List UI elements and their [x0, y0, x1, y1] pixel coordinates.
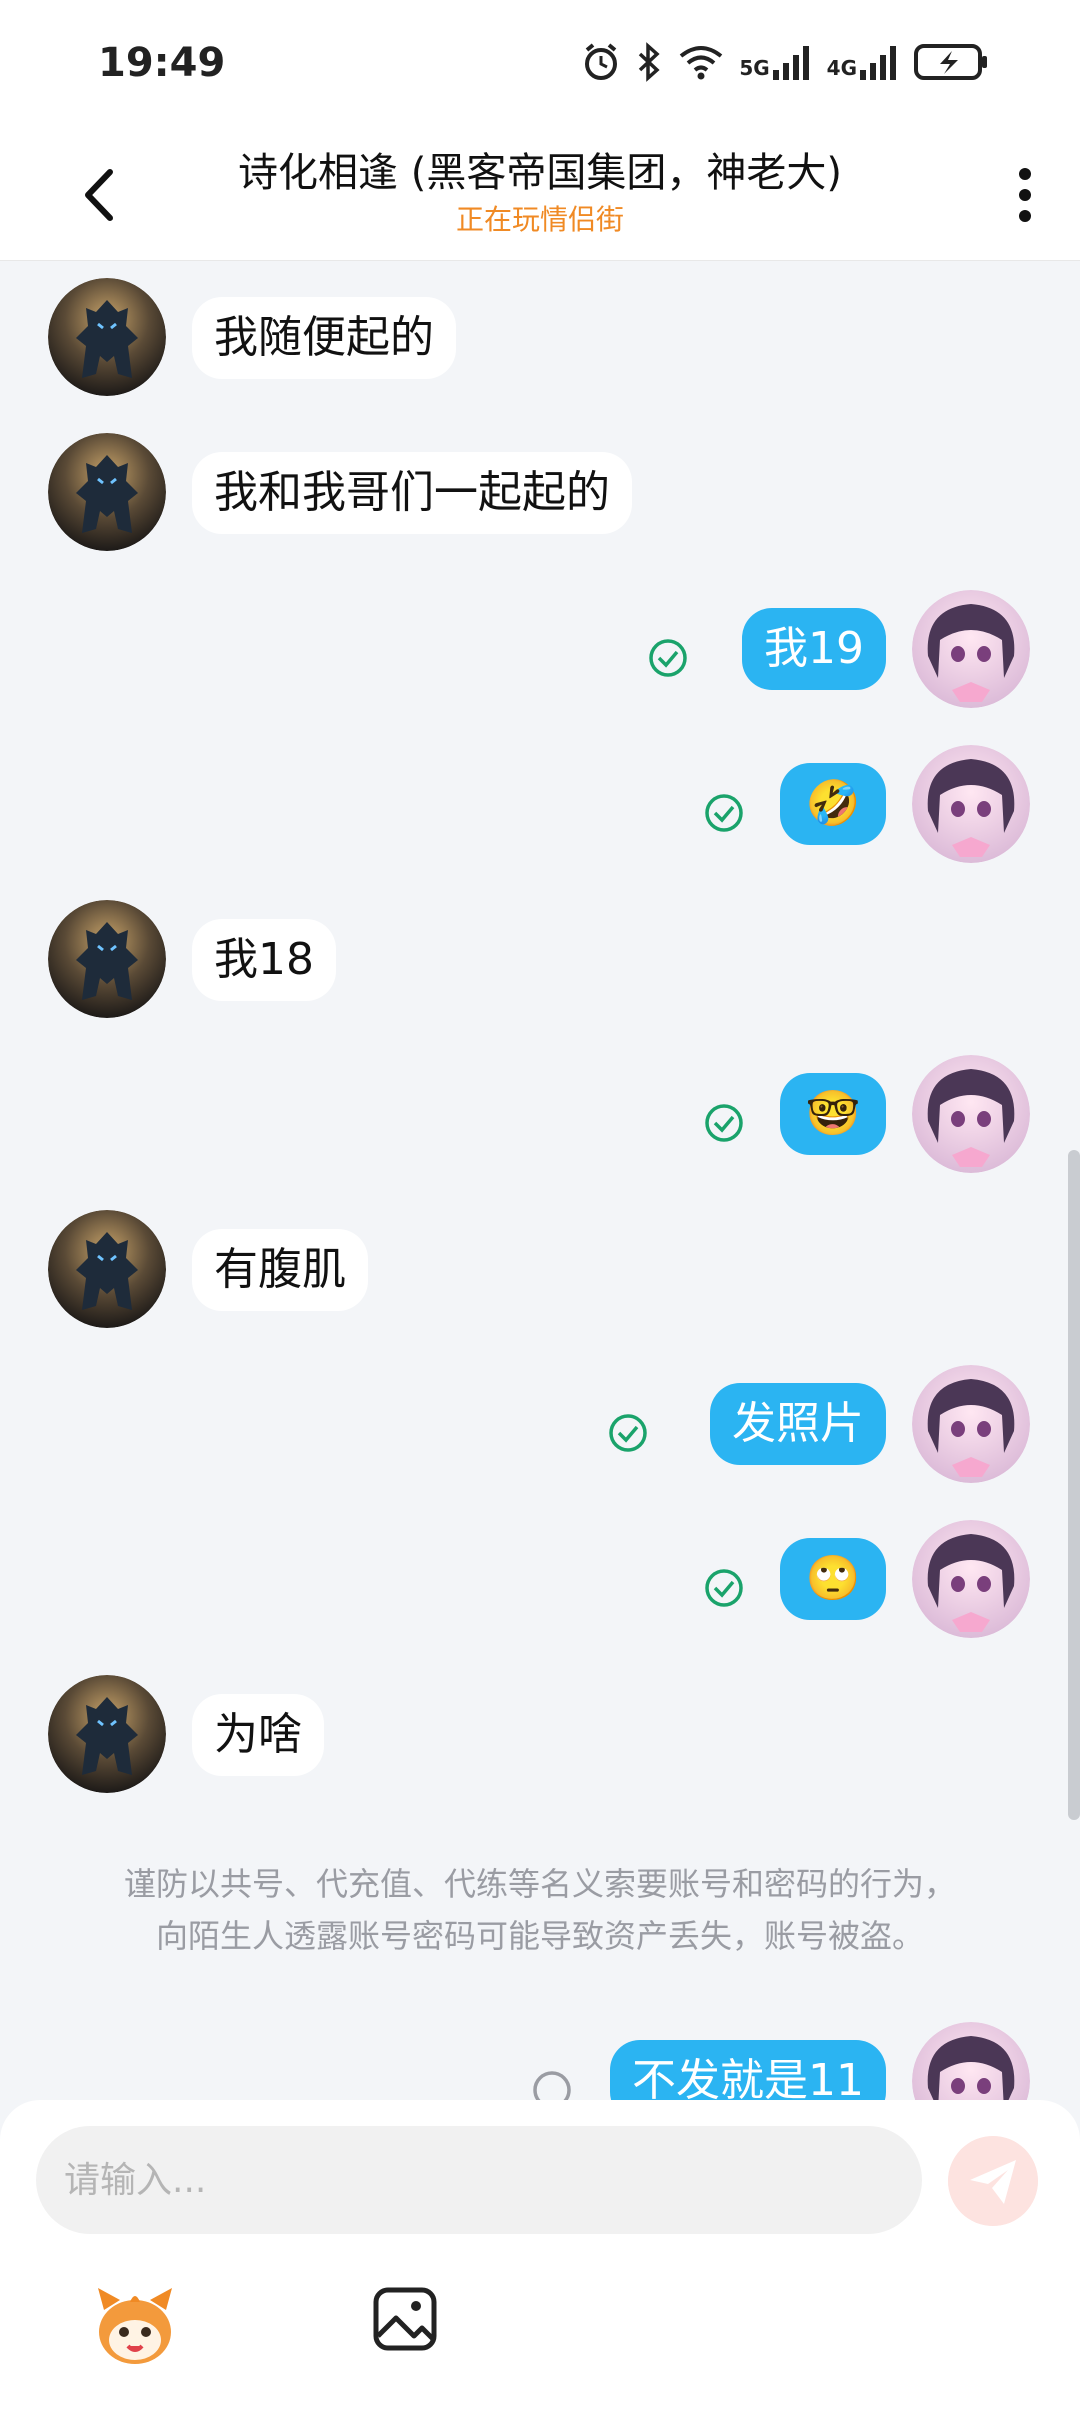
message-row-outgoing: 我19: [0, 590, 1080, 715]
read-check-icon: [705, 1569, 743, 1607]
signal-4g-icon: 4G: [827, 44, 900, 80]
emoji-mascot-icon: [98, 2288, 172, 2364]
chat-message-list[interactable]: 我随便起的 我和我哥们一起起的 我19 🤣 我18 🤓 有腹肌 发照片 🙄 为啥…: [0, 260, 1080, 2100]
my-avatar[interactable]: [912, 590, 1030, 708]
message-bubble[interactable]: 发照片: [710, 1383, 886, 1465]
status-time: 19:49: [98, 40, 226, 86]
safety-notice-line1: 谨防以共号、代充值、代练等名义索要账号和密码的行为，: [123, 1865, 956, 1903]
alarm-icon: [585, 43, 618, 80]
wifi-icon: [680, 46, 723, 80]
message-row-outgoing: 发照片: [0, 1365, 1080, 1490]
status-icons: 5G 4G: [581, 42, 990, 82]
safety-notice-line2: 向陌生人透露账号密码可能导致资产丢失，账号被盗。: [155, 1917, 924, 1955]
signal-4g-label: 4G: [826, 56, 857, 80]
message-bubble-emoji[interactable]: 🤣: [780, 763, 886, 845]
send-button[interactable]: [948, 2136, 1038, 2226]
signal-5g-icon: 5G: [739, 44, 812, 80]
message-bubble[interactable]: 为啥: [192, 1694, 324, 1776]
rofl-emoji-icon: 🤣: [805, 778, 861, 829]
eye-roll-emoji-icon: 🙄: [805, 1553, 861, 1604]
sending-status-icon: [533, 2071, 571, 2100]
message-bubble[interactable]: 不发就是11: [610, 2040, 886, 2100]
emoji-mascot-button[interactable]: [90, 2280, 180, 2370]
message-row-incoming: 我18: [0, 900, 1080, 1025]
contact-avatar[interactable]: [48, 900, 166, 1018]
bluetooth-icon: [639, 42, 660, 82]
contact-avatar[interactable]: [48, 1210, 166, 1328]
contact-avatar[interactable]: [48, 433, 166, 551]
message-bubble[interactable]: 我和我哥们一起起的: [192, 452, 632, 534]
battery-charging-icon: [914, 44, 987, 80]
message-bubble[interactable]: 有腹肌: [192, 1229, 368, 1311]
safety-notice: 谨防以共号、代充值、代练等名义索要账号和密码的行为， 向陌生人透露账号密码可能导…: [60, 1858, 1020, 1962]
message-row-outgoing: 🙄: [0, 1520, 1080, 1645]
message-input[interactable]: [36, 2126, 922, 2234]
message-bubble-emoji[interactable]: 🤓: [780, 1073, 886, 1155]
nerd-emoji-icon: 🤓: [805, 1088, 861, 1139]
chevron-left-icon: [85, 169, 113, 221]
more-options-button[interactable]: [1000, 160, 1050, 230]
my-avatar[interactable]: [912, 2022, 1030, 2100]
message-bubble[interactable]: 我18: [192, 919, 336, 1001]
message-row-incoming: 为啥: [0, 1675, 1080, 1800]
contact-avatar[interactable]: [48, 278, 166, 396]
read-check-icon: [649, 639, 687, 677]
image-picker-button[interactable]: [370, 2284, 440, 2354]
message-row-outgoing: 🤓: [0, 1055, 1080, 1180]
read-check-icon: [609, 1414, 647, 1452]
message-row-outgoing: 🤣: [0, 745, 1080, 870]
message-bubble-emoji[interactable]: 🙄: [780, 1538, 886, 1620]
my-avatar[interactable]: [912, 745, 1030, 863]
status-bar: 19:49 5G 4G: [0, 0, 1080, 130]
message-row-outgoing: 不发就是11: [0, 2022, 1080, 2100]
contact-activity-status: 正在玩情侣街: [455, 203, 624, 236]
my-avatar[interactable]: [912, 1520, 1030, 1638]
read-check-icon: [705, 1104, 743, 1142]
message-row-incoming: 有腹肌: [0, 1210, 1080, 1335]
chat-header: 诗化相逢 (黑客帝国集团，神老大) 正在玩情侣街: [0, 130, 1080, 261]
signal-5g-label: 5G: [739, 56, 770, 80]
image-icon: [373, 2287, 437, 2351]
message-row-incoming: 我和我哥们一起起的: [0, 433, 1080, 558]
composer: [0, 2100, 1080, 2412]
read-check-icon: [705, 794, 743, 832]
my-avatar[interactable]: [912, 1365, 1030, 1483]
back-button[interactable]: [66, 160, 136, 230]
more-vertical-icon: [1019, 168, 1031, 222]
message-bubble[interactable]: 我随便起的: [192, 297, 456, 379]
contact-avatar[interactable]: [48, 1675, 166, 1793]
message-bubble[interactable]: 我19: [742, 608, 886, 690]
message-row-incoming: 我随便起的: [0, 278, 1080, 403]
my-avatar[interactable]: [912, 1055, 1030, 1173]
contact-name: 诗化相逢 (黑客帝国集团，神老大): [238, 150, 842, 196]
scrollbar[interactable]: [1068, 1150, 1080, 1820]
